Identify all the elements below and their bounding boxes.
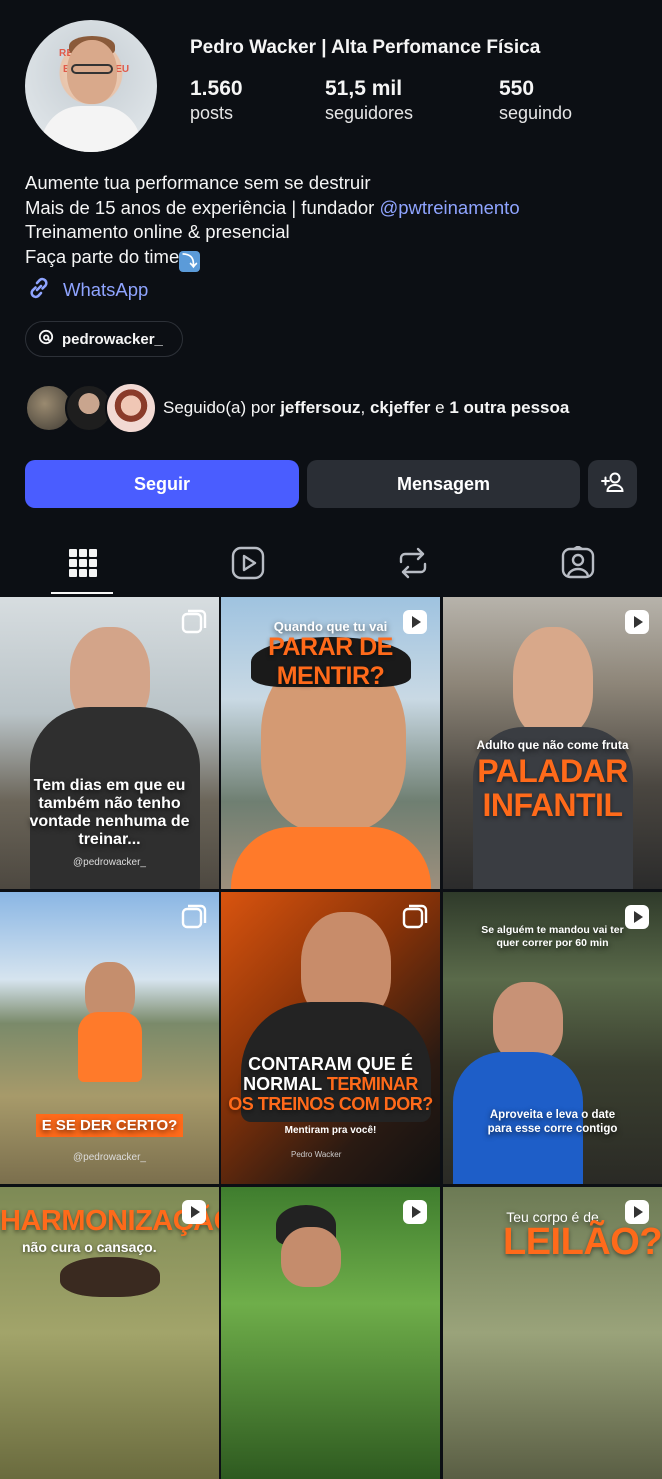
post-5-footer-brand: Pedro Wacker xyxy=(291,1150,342,1159)
bio-line-2: Mais de 15 anos de experiência | fundado… xyxy=(25,196,520,221)
reel-icon xyxy=(624,904,650,935)
reel-icon xyxy=(624,609,650,640)
post-2-shirt xyxy=(231,827,431,889)
active-tab-indicator xyxy=(51,592,113,594)
mutual-avatar-3 xyxy=(105,382,157,434)
link-icon xyxy=(25,274,53,307)
post-tile-5[interactable]: CONTARAM QUE É NORMAL TERMINAR OS TREINO… xyxy=(221,892,440,1184)
followed-by-conjunction: e xyxy=(430,398,450,417)
post-3-person xyxy=(513,627,593,737)
bio-line-2-text: Mais de 15 anos de experiência | fundado… xyxy=(25,196,380,218)
followed-by-text[interactable]: Seguido(a) por jeffersouz, ckjeffer e 1 … xyxy=(163,398,569,418)
threads-icon xyxy=(38,329,54,350)
bio-link[interactable]: WhatsApp xyxy=(25,276,148,304)
reel-icon xyxy=(402,1199,428,1230)
post-tile-1[interactable]: Tem dias em que eu também não tenho vont… xyxy=(0,597,219,889)
following-label: seguindo xyxy=(499,103,573,123)
mutual-followers-avatars[interactable] xyxy=(25,382,157,434)
following-stat[interactable]: 550 seguindo xyxy=(499,77,572,124)
reels-icon xyxy=(231,546,265,585)
posts-grid: Tem dias em que eu também não tenho vont… xyxy=(0,597,662,1479)
post-tile-6[interactable]: Se alguém te mandou vai ter quer correr … xyxy=(443,892,662,1184)
carousel-icon xyxy=(181,609,207,640)
tab-posts[interactable] xyxy=(0,535,165,595)
post-1-caption: Tem dias em que eu também não tenho vont… xyxy=(29,777,190,848)
post-5-title-c: OS TREINOS COM DOR? xyxy=(228,1094,433,1114)
post-5-title-b-orange: TERMINAR xyxy=(326,1074,419,1094)
follow-button[interactable]: Seguir xyxy=(25,460,299,508)
reel-icon xyxy=(181,1199,207,1230)
followed-by-prefix: Seguido(a) por xyxy=(163,398,281,417)
followers-stat[interactable]: 51,5 mil seguidores xyxy=(325,77,413,124)
followed-by-others: 1 outra pessoa xyxy=(449,398,570,417)
post-8-person xyxy=(281,1227,341,1287)
post-4-caption-wrap: E SE DER CERTO? xyxy=(0,1114,219,1137)
post-tile-9[interactable]: Teu corpo é de LEILÃO? xyxy=(443,1187,662,1479)
bio-mention-link[interactable]: @pwtreinamento xyxy=(379,197,519,218)
carousel-icon xyxy=(402,904,428,935)
post-5-title-a: CONTARAM QUE É xyxy=(248,1054,413,1074)
post-5-sub: Mentiram pra você! xyxy=(284,1125,377,1136)
link-label: WhatsApp xyxy=(63,279,149,300)
bio-line-3: Treinamento online & presencial xyxy=(25,221,290,242)
post-tile-7[interactable]: HARMONIZAÇÃO não cura o cansaço. xyxy=(0,1187,219,1479)
post-tile-2[interactable]: Quando que tu vai PARAR DE MENTIR? xyxy=(221,597,440,889)
avatar-glasses xyxy=(71,64,113,74)
carousel-icon xyxy=(181,904,207,935)
avatar-shirt xyxy=(41,106,141,152)
post-4-handle: @pedrowacker_ xyxy=(73,1152,146,1163)
profile-bio: Aumente tua performance sem se destruir … xyxy=(25,171,520,272)
followers-label: seguidores xyxy=(325,103,414,123)
post-tile-4[interactable]: E SE DER CERTO? @pedrowacker_ xyxy=(0,892,219,1184)
post-1-handle: @pedrowacker_ xyxy=(73,857,146,868)
posts-stat[interactable]: 1.560 posts xyxy=(190,77,243,124)
post-3-title-top: Adulto que não come fruta xyxy=(476,738,629,752)
bio-line-4: Faça parte do time ⤵ xyxy=(25,245,520,272)
tab-tagged[interactable] xyxy=(495,535,660,595)
threads-handle: pedrowacker_ xyxy=(62,330,163,348)
profile-name: Pedro Wacker | Alta Perfomance Física xyxy=(190,37,541,58)
post-7-sub: não cura o cansaço. xyxy=(22,1239,157,1255)
tab-reposts[interactable] xyxy=(330,535,495,595)
followed-by-separator: , xyxy=(360,398,370,417)
post-6-caption: Aproveita e leva o date para esse corre … xyxy=(487,1109,618,1135)
reel-icon xyxy=(402,609,428,640)
tab-reels[interactable] xyxy=(165,535,330,595)
post-7-person xyxy=(60,1257,160,1297)
reel-icon xyxy=(624,1199,650,1230)
repost-icon xyxy=(397,546,429,585)
post-5-title-b: NORMAL xyxy=(243,1074,327,1094)
arrow-down-emoji-icon: ⤵ xyxy=(179,250,201,272)
message-button[interactable]: Mensagem xyxy=(307,460,580,508)
followers-count: 51,5 mil xyxy=(325,77,403,100)
bio-line-1: Aumente tua performance sem se destruir xyxy=(25,172,371,193)
grid-icon xyxy=(68,548,98,583)
following-count: 550 xyxy=(499,77,535,100)
post-2-title-main: PARAR DE MENTIR? xyxy=(268,633,393,690)
followed-by-user-1: jeffersouz xyxy=(280,398,361,417)
post-3-title-main: PALADAR INFANTIL xyxy=(477,753,628,823)
profile-tabs xyxy=(0,535,662,595)
post-5-title-b-line: NORMAL TERMINAR xyxy=(221,1074,440,1094)
post-5-title: CONTARAM QUE É NORMAL TERMINAR OS TREINO… xyxy=(221,1054,440,1114)
tagged-icon xyxy=(561,544,595,585)
post-4-caption: E SE DER CERTO? xyxy=(35,1114,184,1137)
suggest-users-button[interactable] xyxy=(588,460,637,508)
post-6-person xyxy=(493,982,563,1062)
threads-badge[interactable]: pedrowacker_ xyxy=(25,321,183,357)
followed-by-user-2: ckjeffer xyxy=(369,398,431,417)
posts-label: posts xyxy=(190,103,234,123)
post-tile-8[interactable] xyxy=(221,1187,440,1479)
posts-count: 1.560 xyxy=(190,77,243,100)
post-4-shirt xyxy=(78,1012,142,1082)
profile-avatar[interactable]: RE NFIE E C TE O SEU xyxy=(25,20,157,152)
person-add-icon xyxy=(600,471,626,498)
bio-line-4-text: Faça parte do time xyxy=(25,245,180,267)
post-tile-3[interactable]: Adulto que não come fruta PALADAR INFANT… xyxy=(443,597,662,889)
